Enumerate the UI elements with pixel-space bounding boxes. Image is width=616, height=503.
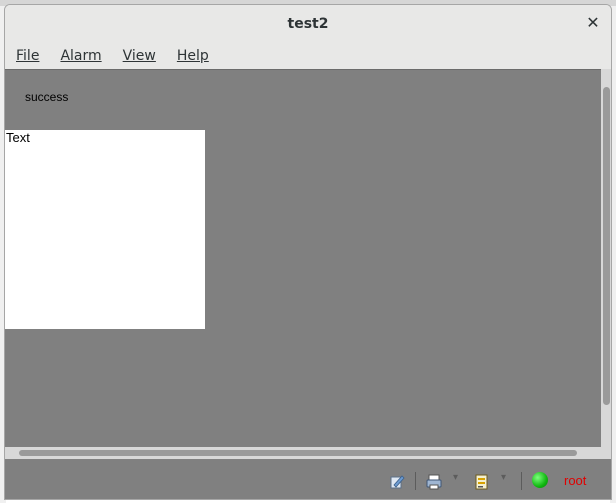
horizontal-scrollbar[interactable] xyxy=(5,447,601,459)
horizontal-scroll-thumb[interactable] xyxy=(19,450,577,456)
canvas-area: success Text xyxy=(5,69,601,448)
vertical-scroll-thumb[interactable] xyxy=(603,87,610,405)
separator xyxy=(521,472,522,490)
menu-view[interactable]: View xyxy=(122,48,157,64)
printer-icon[interactable] xyxy=(425,473,443,491)
titlebar[interactable]: test2 ✕ xyxy=(5,5,611,43)
window-title: test2 xyxy=(287,16,329,32)
statusbar: ▾ ▾ root xyxy=(5,459,611,499)
menubar: File Alarm View Help xyxy=(5,43,611,69)
vertical-scrollbar[interactable] xyxy=(601,69,611,447)
chevron-down-icon[interactable]: ▾ xyxy=(501,472,506,483)
separator xyxy=(415,472,416,490)
chevron-down-icon[interactable]: ▾ xyxy=(453,472,458,483)
close-icon: ✕ xyxy=(586,13,600,32)
edit-icon[interactable] xyxy=(388,473,406,491)
menu-alarm[interactable]: Alarm xyxy=(59,48,102,64)
app-window: test2 ✕ File Alarm View Help success Tex… xyxy=(4,4,612,500)
menu-file[interactable]: File xyxy=(15,48,40,64)
menu-help[interactable]: Help xyxy=(176,48,210,64)
scroll-corner xyxy=(601,447,611,459)
close-button[interactable]: ✕ xyxy=(584,14,602,32)
notes-icon[interactable] xyxy=(473,473,491,491)
text-box[interactable]: Text xyxy=(5,130,205,329)
status-text: success xyxy=(25,90,69,104)
status-led-icon xyxy=(532,472,548,488)
user-label: root xyxy=(564,473,587,488)
